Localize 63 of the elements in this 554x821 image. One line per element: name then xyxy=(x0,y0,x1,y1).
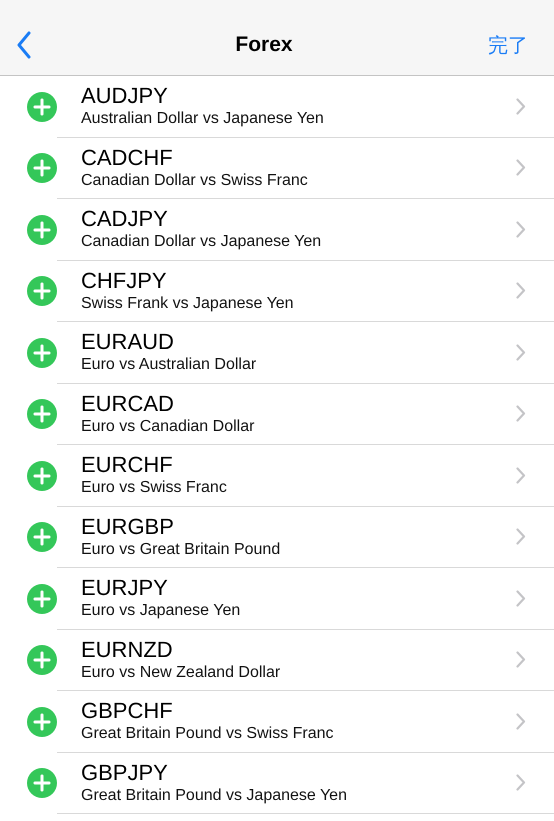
add-icon[interactable] xyxy=(27,645,57,676)
symbol-row[interactable]: GBPJPY Great Britain Pound vs Japanese Yen xyxy=(57,752,554,814)
symbol-code: GBPJPY xyxy=(81,760,169,786)
symbol-row[interactable]: EURCHF Euro vs Swiss Franc xyxy=(57,445,554,506)
done-button[interactable]: 完了 xyxy=(488,30,538,60)
add-icon[interactable] xyxy=(27,338,57,368)
add-icon[interactable] xyxy=(27,706,57,737)
symbol-description: Euro vs New Zealand Dollar xyxy=(81,662,282,683)
symbol-row[interactable]: CADCHF Canadian Dollar vs Swiss Franc xyxy=(57,138,554,199)
symbol-description: Canadian Dollar vs Swiss Franc xyxy=(81,170,309,191)
symbol-row[interactable]: EURGBP Euro vs Great Britain Pound xyxy=(57,506,554,568)
symbol-code: EURGBP xyxy=(81,514,175,540)
add-icon[interactable] xyxy=(27,768,57,798)
chevron-icon xyxy=(516,466,526,484)
symbol-row[interactable]: AUDJPY Australian Dollar vs Japanese Yen xyxy=(57,76,554,138)
chevron-icon xyxy=(516,405,526,422)
add-icon[interactable] xyxy=(27,460,57,491)
symbol-code: AUDJPY xyxy=(81,83,169,110)
symbol-code: EURJPY xyxy=(81,575,169,602)
chevron-icon xyxy=(516,712,526,730)
add-icon[interactable] xyxy=(27,92,57,122)
symbol-row[interactable]: CHFJPY Swiss Frank vs Japanese Yen xyxy=(57,260,554,322)
symbol-code: CHFJPY xyxy=(81,268,168,294)
add-icon[interactable] xyxy=(27,276,57,306)
symbol-code: CADJPY xyxy=(81,206,169,232)
symbol-code: EURCAD xyxy=(81,390,175,417)
chevron-icon xyxy=(516,774,526,792)
symbol-row[interactable]: EURNZD Euro vs New Zealand Dollar xyxy=(57,630,554,691)
add-icon[interactable] xyxy=(27,214,57,245)
symbol-code: EURAUD xyxy=(81,329,175,356)
chevron-icon xyxy=(516,98,526,115)
chevron-icon xyxy=(516,528,526,546)
chevron-icon xyxy=(516,651,526,668)
chevron-icon xyxy=(516,159,526,176)
add-icon[interactable] xyxy=(27,584,57,614)
symbol-code: GBPCHF xyxy=(81,698,174,724)
symbol-description: Euro vs Swiss Franc xyxy=(81,478,228,498)
symbol-code: CADCHF xyxy=(81,144,174,171)
symbol-description: Euro vs Australian Dollar xyxy=(81,355,258,376)
screen-title: Forex xyxy=(235,32,293,58)
symbol-code: EURCHF xyxy=(81,452,174,478)
symbol-row[interactable]: GBPCHF Great Britain Pound vs Swiss Franc xyxy=(57,691,554,752)
back-icon xyxy=(16,31,32,59)
add-icon[interactable] xyxy=(27,399,57,430)
symbol-row[interactable]: EURCAD Euro vs Canadian Dollar xyxy=(57,384,554,445)
add-icon[interactable] xyxy=(27,153,57,184)
symbol-description: Euro vs Japanese Yen xyxy=(81,601,242,622)
symbol-description: Swiss Frank vs Japanese Yen xyxy=(81,294,295,314)
symbol-row[interactable]: EURJPY Euro vs Japanese Yen xyxy=(57,568,554,630)
chevron-icon xyxy=(516,282,526,300)
symbol-description: Canadian Dollar vs Japanese Yen xyxy=(81,232,322,252)
symbol-description: Euro vs Great Britain Pound xyxy=(81,540,282,560)
symbol-description: Great Britain Pound vs Swiss Franc xyxy=(81,724,335,744)
chevron-icon xyxy=(516,220,526,238)
symbol-description: Great Britain Pound vs Japanese Yen xyxy=(81,786,348,806)
add-icon[interactable] xyxy=(27,522,57,552)
chevron-icon xyxy=(516,344,526,361)
symbol-description: Australian Dollar vs Japanese Yen xyxy=(81,109,325,130)
chevron-icon xyxy=(516,590,526,607)
symbol-row[interactable]: EURAUD Euro vs Australian Dollar xyxy=(57,322,554,384)
symbol-code: EURNZD xyxy=(81,636,174,663)
symbol-description: Euro vs Canadian Dollar xyxy=(81,416,256,437)
symbol-row[interactable]: CADJPY Canadian Dollar vs Japanese Yen xyxy=(57,199,554,260)
